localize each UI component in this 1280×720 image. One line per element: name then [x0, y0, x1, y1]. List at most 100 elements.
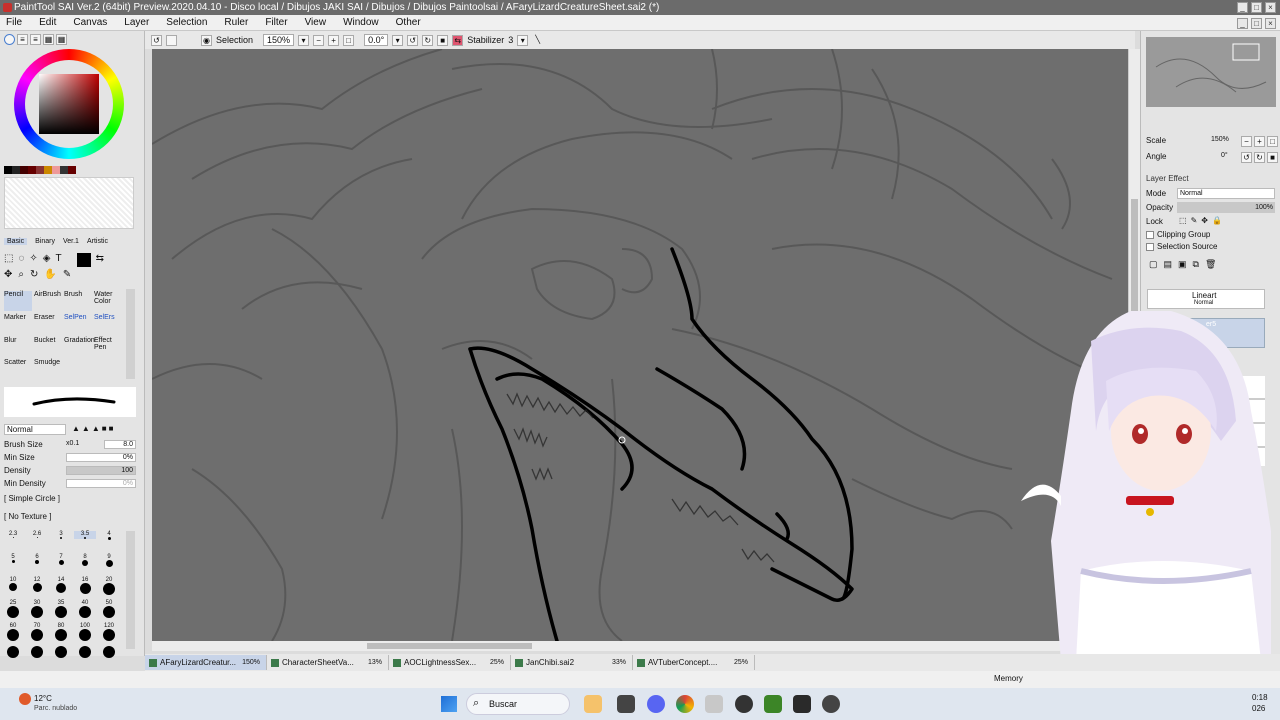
color-square[interactable]: [39, 74, 99, 134]
brush-size-option[interactable]: [2, 646, 24, 658]
copy-layer-icon[interactable]: ⧉: [1193, 259, 1199, 270]
brush-size-option[interactable]: 10: [2, 577, 24, 591]
brush-size-option[interactable]: 30: [26, 600, 48, 618]
density-value[interactable]: 100: [66, 466, 136, 475]
brush-size-option[interactable]: 3: [50, 531, 72, 539]
tool-watercolor[interactable]: Water Color: [94, 291, 122, 311]
lock-move-icon[interactable]: ✥: [1201, 216, 1208, 225]
brush-size-option[interactable]: 60: [2, 623, 24, 641]
tool-bucket[interactable]: Bucket: [34, 337, 62, 357]
scale-reset-icon[interactable]: □: [1267, 136, 1278, 147]
fg-color-swatch[interactable]: [76, 253, 91, 267]
brush-size-option[interactable]: [74, 646, 96, 658]
menu-filter[interactable]: Filter: [265, 17, 287, 28]
brush-size-option[interactable]: 7: [50, 554, 72, 565]
lock-paint-icon[interactable]: ✎: [1191, 216, 1198, 225]
magic-wand-icon[interactable]: ✧: [29, 253, 37, 267]
tool-pencil[interactable]: Pencil: [4, 291, 32, 311]
brush-size-option[interactable]: 25: [2, 600, 24, 618]
tab-binary[interactable]: Binary: [35, 238, 55, 245]
rgb-slider-icon[interactable]: ≡: [17, 34, 28, 45]
stabilizer-value[interactable]: 3: [508, 35, 513, 45]
doc-tab-4[interactable]: JanChibi.sai2 33%: [511, 655, 633, 670]
new-layer-icon[interactable]: ▢: [1149, 259, 1158, 270]
tool-blur[interactable]: Blur: [4, 337, 32, 357]
tool-brush[interactable]: Brush: [64, 291, 92, 311]
taskbar-app-discord-icon[interactable]: [647, 695, 665, 713]
eyedropper-icon[interactable]: ✎: [63, 269, 71, 280]
swatches-icon[interactable]: ▦: [43, 34, 54, 45]
brush-size-row[interactable]: Brush Size x0.1 8.0: [4, 440, 136, 451]
brush-shape-4-icon[interactable]: ■: [102, 424, 107, 433]
angle-right-icon[interactable]: ↻: [1254, 152, 1265, 163]
scale-up-icon[interactable]: +: [1254, 136, 1265, 147]
tool-scatter[interactable]: Scatter: [4, 359, 32, 379]
horizontal-scroll-thumb[interactable]: [367, 643, 532, 649]
paint-bucket-small-icon[interactable]: ◈: [43, 253, 51, 267]
brush-size-option[interactable]: 9: [98, 554, 120, 567]
brush-size-option[interactable]: 120: [98, 623, 120, 641]
navigator-thumbnail[interactable]: [1146, 37, 1276, 107]
brush-size-option[interactable]: 6: [26, 554, 48, 564]
clipping-group-checkbox[interactable]: [1146, 230, 1154, 239]
layer-mode-select[interactable]: Normal: [1177, 188, 1275, 199]
menu-window[interactable]: Window: [343, 17, 379, 28]
brush-size-option[interactable]: 100: [74, 623, 96, 641]
menu-edit[interactable]: Edit: [39, 17, 56, 28]
tools-scrollbar[interactable]: [126, 289, 135, 379]
brush-size-option[interactable]: [26, 646, 48, 658]
brush-size-scrollbar[interactable]: [126, 531, 135, 649]
swap-colors-icon[interactable]: ⇆: [96, 253, 104, 267]
brush-size-value[interactable]: 8.0: [104, 440, 136, 449]
rotation-dropdown-icon[interactable]: ▾: [392, 34, 404, 46]
brush-size-mult[interactable]: x0.1: [66, 440, 79, 447]
taskbar-search[interactable]: ⌕ Buscar: [466, 693, 570, 715]
tool-selpen[interactable]: SelPen: [64, 314, 92, 334]
color-palette[interactable]: [4, 165, 76, 177]
menu-view[interactable]: View: [305, 17, 327, 28]
scratch-pad-icon[interactable]: ▦: [56, 34, 67, 45]
menu-canvas[interactable]: Canvas: [73, 17, 107, 28]
brush-shape-select[interactable]: [ Simple Circle ]: [4, 494, 60, 503]
rotate-view-icon[interactable]: ↻: [30, 269, 38, 280]
tool-effect-pen[interactable]: Effect Pen: [94, 337, 122, 357]
brush-size-option[interactable]: [50, 646, 72, 658]
lock-transparency-icon[interactable]: ⬚: [1179, 216, 1187, 225]
zoom-icon[interactable]: ⌕: [18, 269, 24, 280]
tab-basic[interactable]: Basic: [4, 238, 28, 245]
brush-size-option[interactable]: 3.5: [74, 531, 96, 539]
maximize-button[interactable]: □: [1251, 2, 1262, 13]
brush-size-option[interactable]: 8: [74, 554, 96, 566]
brush-size-option[interactable]: 35: [50, 600, 72, 618]
hand-icon[interactable]: ✋: [44, 269, 56, 280]
drawing-canvas[interactable]: [152, 49, 1128, 641]
hsv-slider-icon[interactable]: ≡: [30, 34, 41, 45]
min-density-row[interactable]: Min Density 0%: [4, 479, 136, 490]
new-folder-icon[interactable]: ▤: [1164, 259, 1173, 270]
opacity-slider[interactable]: 100%: [1177, 202, 1275, 213]
color-wheel-mode-icon[interactable]: [4, 34, 15, 45]
brush-shape-flat-icon[interactable]: ▲: [72, 424, 80, 433]
zoom-dropdown-icon[interactable]: ▾: [298, 34, 310, 46]
taskbar-app-files-icon[interactable]: [617, 695, 635, 713]
layer-mask-icon[interactable]: ▣: [1178, 259, 1187, 270]
scale-down-icon[interactable]: −: [1241, 136, 1252, 147]
doc-close-button[interactable]: ×: [1265, 18, 1276, 29]
brush-size-option[interactable]: 12: [26, 577, 48, 592]
color-wheel[interactable]: [14, 49, 124, 159]
min-size-row[interactable]: Min Size 0%: [4, 453, 136, 464]
taskbar-app-minecraft-icon[interactable]: [764, 695, 782, 713]
zoom-reset-icon[interactable]: □: [343, 34, 355, 46]
tool-marker[interactable]: Marker: [4, 314, 32, 334]
tool-airbrush[interactable]: AirBrush: [34, 291, 62, 311]
menu-selection[interactable]: Selection: [166, 17, 207, 28]
rotate-right-icon[interactable]: ↻: [422, 34, 434, 46]
brush-size-grid[interactable]: 2.3 2.6 3 3.5 4 5 6 7 8 9 10 12 14 16 20 25 30 35 40 50 60 70…: [2, 531, 124, 658]
blend-mode-select[interactable]: Normal: [4, 424, 66, 435]
clipping-group-row[interactable]: Clipping Group: [1146, 230, 1210, 239]
angle-left-icon[interactable]: ↺: [1241, 152, 1252, 163]
brush-size-option[interactable]: 2.6: [26, 531, 48, 538]
lock-all-icon[interactable]: 🔒: [1212, 216, 1222, 225]
brush-shape-2-icon[interactable]: ▲: [82, 424, 90, 433]
rotation-field[interactable]: 0.0°: [364, 34, 389, 46]
